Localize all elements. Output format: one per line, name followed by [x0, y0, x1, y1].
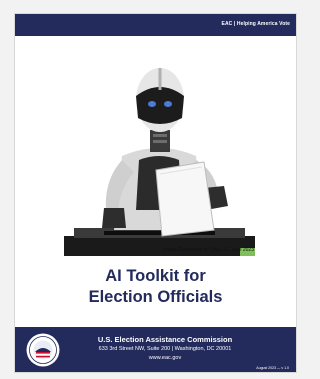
- top-banner: EAC | Helping America Vote: [15, 14, 296, 36]
- eac-seal-logo: [26, 333, 60, 367]
- banner-tagline: EAC | Helping America Vote: [221, 21, 290, 27]
- title-line-2: Election Officials: [88, 288, 223, 306]
- document-cover-page: EAC | Helping America Vote Image Generat…: [14, 13, 297, 373]
- version-label: August 2023 — v 1.0: [256, 366, 289, 370]
- organization-name: U.S. Election Assistance Commission: [97, 335, 233, 344]
- title-line-1: AI Toolkit for: [105, 267, 206, 285]
- footer: U.S. Election Assistance Commission 633 …: [15, 327, 296, 372]
- robot-ballot-illustration: [64, 60, 255, 256]
- image-credit: Image Generated by DALL-E, June 2023: [163, 247, 254, 253]
- organization-address: 633 3rd Street NW, Suite 200 | Washingto…: [98, 346, 232, 352]
- website-link[interactable]: www.eac.gov: [75, 355, 255, 361]
- document-title: AI Toolkit for Election Officials: [15, 266, 296, 308]
